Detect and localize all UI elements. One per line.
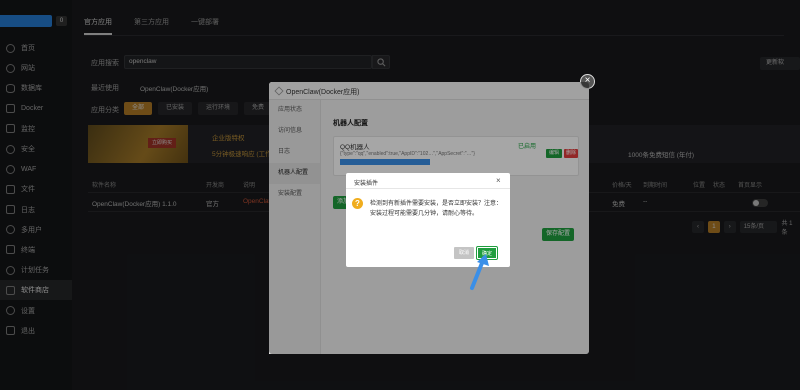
confirm-message: 检测到有新插件需要安装，是否立即安装？注意：安装过程可能需要几分钟，请耐心等待。: [370, 201, 503, 217]
warning-icon: ?: [352, 198, 363, 209]
confirm-titlebar: 安装插件 ×: [346, 173, 510, 189]
pointer-arrow-icon: [470, 254, 489, 290]
confirm-title: 安装插件: [354, 181, 379, 187]
confirm-close-button[interactable]: ×: [496, 176, 501, 185]
